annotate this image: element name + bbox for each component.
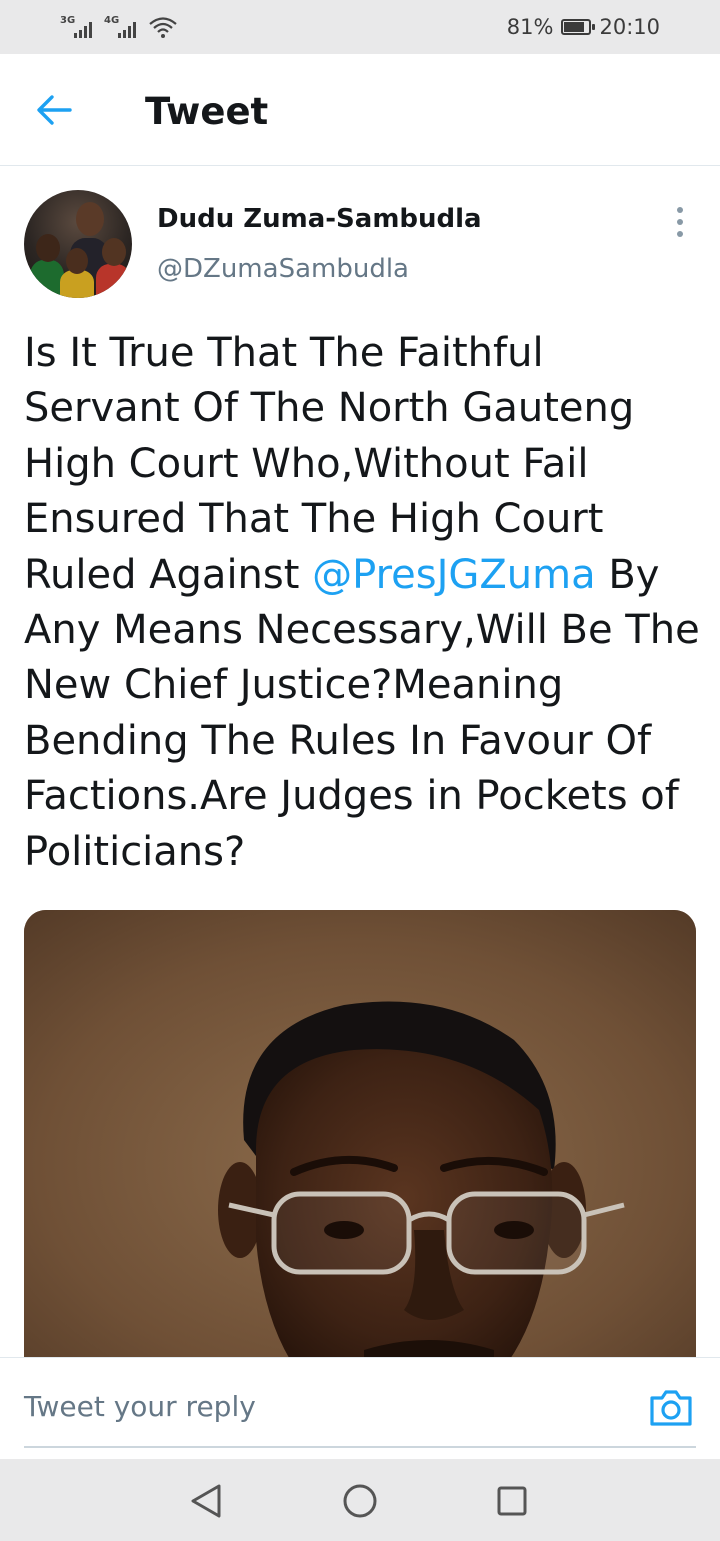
circle-home-icon xyxy=(343,1484,377,1518)
status-bar: 3G 4G 81% 20:10 xyxy=(0,0,720,54)
signal-4g-icon: 4G xyxy=(104,14,142,40)
tweet-text: Is It True That The Faithful Servant Of … xyxy=(24,326,704,880)
mention-link[interactable]: @PresJGZuma xyxy=(312,552,595,598)
signal-3g-icon: 3G xyxy=(60,14,98,40)
network-label-1: 3G xyxy=(60,15,76,26)
author-name[interactable]: Dudu Zuma-Sambudla xyxy=(157,204,482,234)
nav-recents-button[interactable] xyxy=(490,1479,534,1523)
camera-icon xyxy=(650,1390,692,1426)
status-right-group: 81% 20:10 xyxy=(507,12,660,42)
more-vertical-icon xyxy=(677,207,683,213)
square-recents-icon xyxy=(497,1486,527,1516)
avatar[interactable] xyxy=(24,190,132,298)
reply-input[interactable]: Tweet your reply xyxy=(24,1390,256,1423)
arrow-left-icon xyxy=(37,95,72,125)
wifi-icon xyxy=(149,17,177,38)
reply-bar: Tweet your reply xyxy=(0,1357,720,1459)
portrait-image xyxy=(24,910,696,1370)
status-left-group: 3G 4G xyxy=(60,12,178,42)
nav-home-button[interactable] xyxy=(338,1479,382,1523)
page-title: Tweet xyxy=(145,90,269,133)
clock: 20:10 xyxy=(599,15,660,39)
more-options-button[interactable] xyxy=(664,204,696,240)
back-button[interactable] xyxy=(30,88,78,132)
network-label-2: 4G xyxy=(104,15,120,26)
reply-underline xyxy=(24,1446,696,1448)
author-handle[interactable]: @DZumaSambudla xyxy=(157,254,409,284)
triangle-back-icon xyxy=(191,1484,221,1518)
battery-percent: 81% xyxy=(506,15,554,39)
nav-back-button[interactable] xyxy=(184,1479,228,1523)
system-nav-bar xyxy=(0,1459,720,1541)
app-bar: Tweet xyxy=(0,54,720,166)
tweet-photo[interactable] xyxy=(24,910,696,1370)
tweet-detail-screen: 3G 4G 81% 20:10 Tweet Dudu Zuma-Sambudla… xyxy=(0,0,720,1541)
tweet-text-part-2: By Any Means Necessary,Will Be The New C… xyxy=(24,551,700,875)
battery-icon xyxy=(561,19,596,35)
camera-button[interactable] xyxy=(648,1388,694,1428)
